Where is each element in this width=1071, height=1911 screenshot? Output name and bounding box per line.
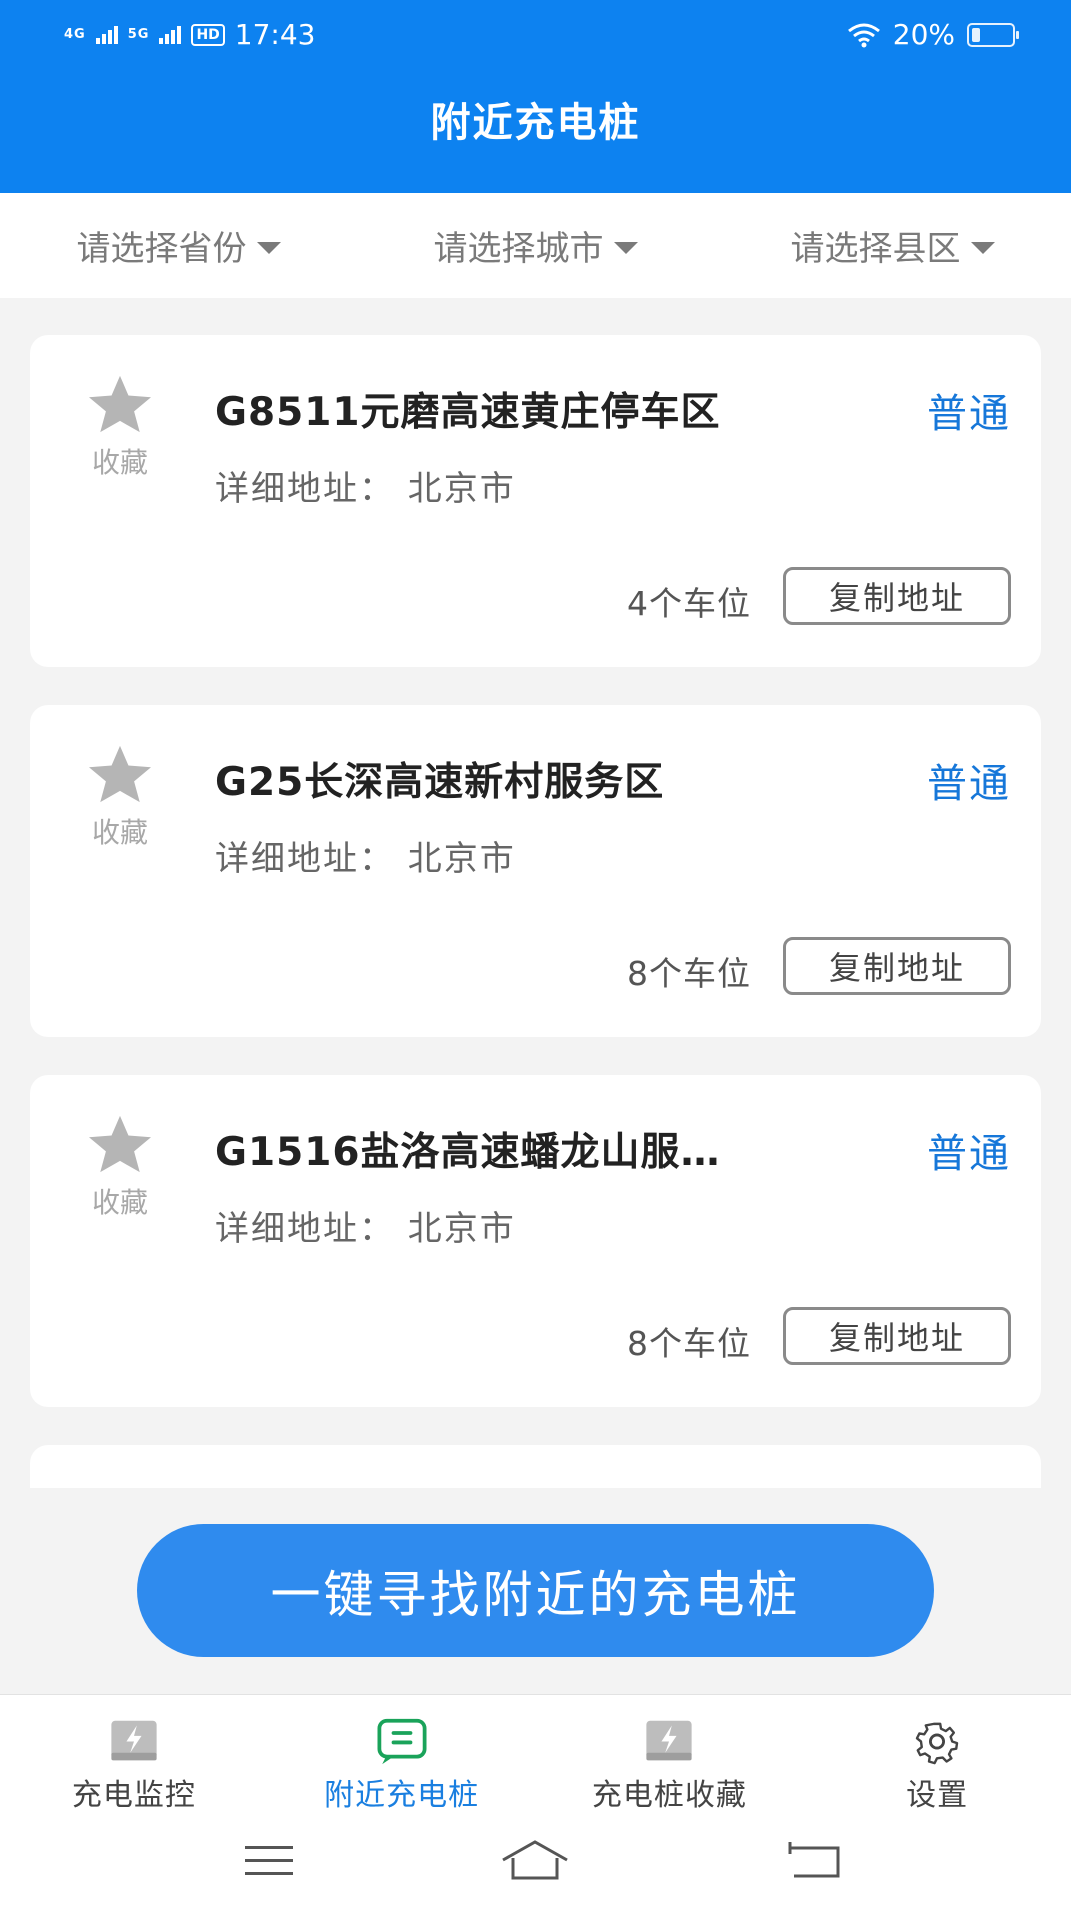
tab-label: 充电监控 <box>71 1778 196 1813</box>
tab-settings[interactable]: 设置 <box>803 1695 1071 1814</box>
favorite-button[interactable]: 收藏 <box>80 1113 160 1221</box>
charge-monitor-icon <box>111 1720 157 1761</box>
copy-address-button[interactable]: 复制地址 <box>783 937 1011 995</box>
tab-charge-monitor[interactable]: 充电监控 <box>0 1695 268 1814</box>
battery-percent: 20% <box>892 18 955 51</box>
nearby-charger-icon <box>377 1718 427 1765</box>
county-select-label: 请选择县区 <box>790 229 961 269</box>
copy-address-button[interactable]: 复制地址 <box>783 1307 1011 1365</box>
gear-icon <box>915 1722 959 1765</box>
favorite-label: 收藏 <box>91 446 148 479</box>
signal-bars-icon <box>95 25 118 44</box>
station-address: 详细地址： 北京市 <box>215 469 516 509</box>
star-icon <box>89 745 151 803</box>
caret-down-icon <box>256 241 281 254</box>
province-select-label: 请选择省份 <box>76 229 247 269</box>
copy-address-button[interactable]: 复制地址 <box>783 567 1011 625</box>
star-icon <box>89 1115 151 1173</box>
tab-nearby-chargers[interactable]: 附近充电桩 <box>268 1695 536 1814</box>
star-icon <box>89 375 151 433</box>
parking-spaces: 8个车位 <box>627 1324 751 1363</box>
caret-down-icon <box>613 241 638 254</box>
tab-label: 充电桩收藏 <box>591 1778 747 1813</box>
favorite-label: 收藏 <box>91 1186 148 1219</box>
station-name: G8511元磨高速黄庄停车区 <box>215 390 721 435</box>
tab-charger-favorites[interactable]: 充电桩收藏 <box>536 1695 804 1814</box>
favorite-button[interactable]: 收藏 <box>80 373 160 481</box>
page-title: 附近充电桩 <box>430 100 641 146</box>
bottom-tab-bar: 充电监控 附近充电桩 充电桩收藏 设置 <box>0 1694 1071 1814</box>
station-card[interactable]: 收藏 G1516盐洛高速蟠龙山服… 普通 详细地址： 北京市 8个车位 复制地址 <box>30 1075 1041 1407</box>
status-time: 17:43 <box>234 18 316 51</box>
tab-label: 附近充电桩 <box>324 1778 480 1813</box>
charger-type: 普通 <box>927 391 1011 437</box>
signal-bars-icon <box>159 25 182 44</box>
charger-type: 普通 <box>927 761 1011 807</box>
charger-favorites-icon <box>646 1720 692 1761</box>
wifi-icon <box>847 23 880 47</box>
favorite-label: 收藏 <box>91 816 148 849</box>
find-nearby-chargers-button[interactable]: 一键寻找附近的充电桩 <box>137 1524 934 1657</box>
station-card[interactable]: 收藏 G25长深高速新村服务区 普通 详细地址： 北京市 8个车位 复制地址 <box>30 705 1041 1037</box>
caret-down-icon <box>970 241 995 254</box>
province-select[interactable]: 请选择省份 <box>0 193 357 298</box>
city-select-label: 请选择城市 <box>433 229 604 269</box>
signal-5g-label: 5G <box>127 27 150 42</box>
parking-spaces: 8个车位 <box>627 954 751 993</box>
station-card[interactable] <box>30 1445 1041 1488</box>
system-nav-bar <box>0 1814 1071 1911</box>
station-name: G1516盐洛高速蟠龙山服… <box>215 1130 721 1175</box>
parking-spaces: 4个车位 <box>627 584 751 623</box>
menu-icon[interactable] <box>229 1836 309 1886</box>
station-address: 详细地址： 北京市 <box>215 1209 516 1249</box>
city-select[interactable]: 请选择城市 <box>357 193 714 298</box>
favorite-button[interactable]: 收藏 <box>80 743 160 851</box>
station-address: 详细地址： 北京市 <box>215 839 516 879</box>
status-bar: 4G 5G HD 17:43 20% <box>0 14 1071 54</box>
station-list[interactable]: 收藏 G8511元磨高速黄庄停车区 普通 详细地址： 北京市 4个车位 复制地址… <box>0 298 1071 1488</box>
charger-type: 普通 <box>927 1131 1011 1177</box>
region-filter-bar: 请选择省份 请选择城市 请选择县区 <box>0 193 1071 298</box>
station-card[interactable]: 收藏 G8511元磨高速黄庄停车区 普通 详细地址： 北京市 4个车位 复制地址 <box>30 335 1041 667</box>
home-icon[interactable] <box>495 1836 575 1886</box>
tab-label: 设置 <box>906 1778 969 1813</box>
signal-4g-label: 4G <box>64 27 86 42</box>
app-header: 4G 5G HD 17:43 20% 附近充电桩 <box>0 0 1071 193</box>
county-select[interactable]: 请选择县区 <box>714 193 1071 298</box>
hd-voice-icon: HD <box>191 23 225 46</box>
battery-icon <box>967 22 1019 47</box>
station-name: G25长深高速新村服务区 <box>215 760 665 805</box>
back-icon[interactable] <box>776 1836 856 1886</box>
